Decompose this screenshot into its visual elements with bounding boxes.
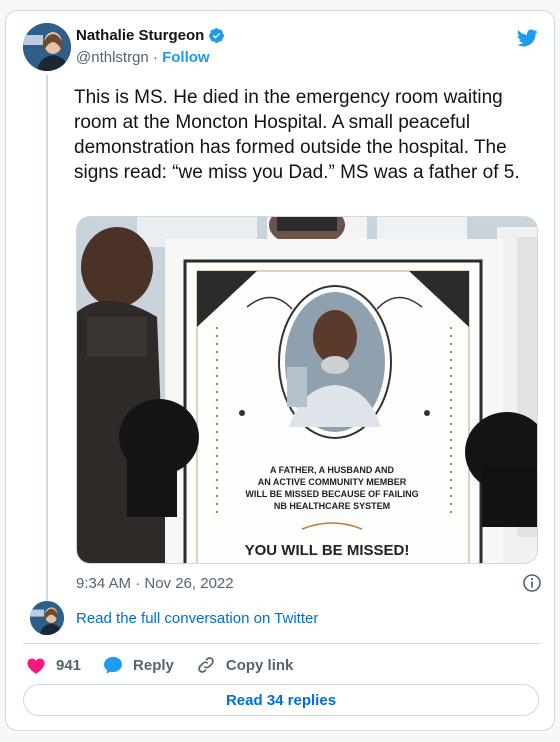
reply-bubble-icon [104,656,123,674]
twitter-bird-icon[interactable] [515,27,539,49]
tweet-timestamp[interactable]: 9:34 AM · Nov 26, 2022 [76,575,234,592]
read-replies-button[interactable]: Read 34 replies [23,684,539,716]
link-icon [198,657,214,673]
copy-link-button[interactable]: Copy link [196,655,294,675]
info-icon[interactable] [522,573,542,593]
sign-caption-line-4: NB HEALTHCARE SYSTEM [274,501,390,511]
verified-badge-icon [208,27,225,44]
follow-button[interactable]: Follow [162,49,210,66]
action-bar: 941 Reply Copy link [26,653,315,677]
author-handle-row: @nthlstrgn · Follow [76,49,210,66]
author-name-row: Nathalie Sturgeon [76,27,225,44]
divider [23,643,539,644]
handle-separator: · [152,49,158,66]
sign-headline: YOU WILL BE MISSED! [245,542,410,559]
reply-button[interactable]: Reply [103,656,174,674]
like-count: 941 [56,656,82,674]
like-button[interactable]: 941 [26,656,81,674]
author-handle[interactable]: @nthlstrgn [76,49,149,66]
reply-label: Reply [133,656,174,674]
sign-caption-line-2: AN ACTIVE COMMUNITY MEMBER [258,477,407,487]
thread-line [46,75,48,611]
author-avatar[interactable] [23,23,71,71]
sign-caption-line-3: WILL BE MISSED BECAUSE OF FAILING [245,489,418,499]
sign-caption-line-1: A FATHER, A HUSBAND AND [270,465,394,475]
copy-link-label: Copy link [225,656,294,674]
tweet-meta-row: 9:34 AM · Nov 26, 2022 [76,573,542,595]
tweet-text: This is MS. He died in the emergency roo… [74,87,520,183]
read-full-conversation-link[interactable]: Read the full conversation on Twitter [76,610,318,627]
tweet-card: Nathalie Sturgeon @nthlstrgn · Follow Th… [5,10,555,731]
tweet-photo[interactable]: A FATHER, A HUSBAND AND AN ACTIVE COMMUN… [76,216,538,564]
heart-icon [27,658,45,674]
author-name[interactable]: Nathalie Sturgeon [76,27,204,44]
conversation-avatar[interactable] [30,601,64,635]
